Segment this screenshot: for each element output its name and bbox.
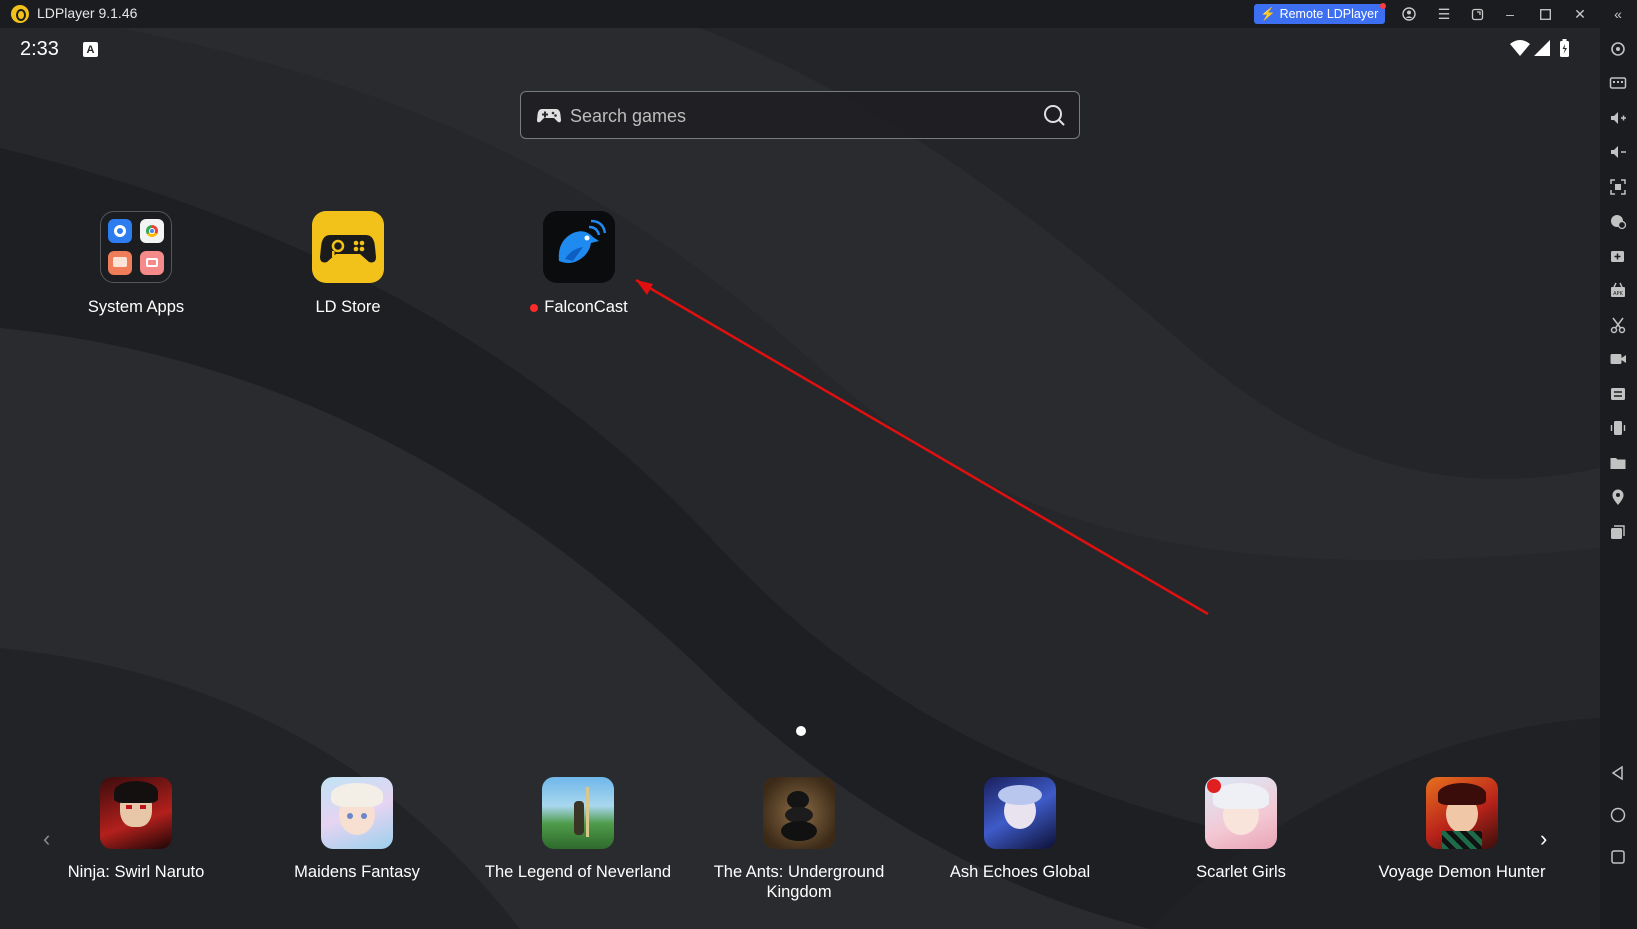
home-icon[interactable] xyxy=(1608,805,1628,825)
signal-icon xyxy=(1534,40,1550,56)
app-label: FalconCast xyxy=(544,298,628,316)
game-icon xyxy=(321,777,393,849)
new-badge-dot xyxy=(530,303,539,312)
search-input[interactable]: Search games xyxy=(570,106,686,127)
remote-ldplayer-label: Remote LDPlayer xyxy=(1279,7,1379,21)
search-icon[interactable] xyxy=(1043,104,1065,126)
notification-dot xyxy=(1380,3,1386,9)
game-label: The Ants: Underground Kingdom xyxy=(713,863,885,901)
game-icon xyxy=(1205,777,1277,849)
game-label: The Legend of Neverland xyxy=(484,863,672,881)
video-record-icon[interactable] xyxy=(1608,349,1628,369)
volume-up-icon[interactable] xyxy=(1608,108,1628,128)
window-title: LDPlayer 9.1.46 xyxy=(37,5,138,21)
keyboard-icon[interactable] xyxy=(1608,73,1628,93)
lightning-icon: ⚡ xyxy=(1260,6,1276,21)
game-label: Scarlet Girls xyxy=(1196,863,1286,881)
game-label: Maidens Fantasy xyxy=(294,863,420,881)
remote-ldplayer-button[interactable]: ⚡ Remote LDPlayer xyxy=(1254,3,1386,24)
folder-icon[interactable] xyxy=(1608,453,1628,473)
game-item[interactable]: Ninja: Swirl Naruto xyxy=(31,777,241,882)
status-icons xyxy=(1510,39,1569,57)
svg-text:APK: APK xyxy=(1613,291,1623,297)
game-icon xyxy=(984,777,1056,849)
page-indicator-dot[interactable] xyxy=(796,726,806,736)
app-label: System Apps xyxy=(87,298,185,316)
game-label: Ash Echoes Global xyxy=(949,863,1091,881)
android-screen: 2:33 A Search games System Apps LD Store… xyxy=(0,28,1600,929)
game-icon xyxy=(763,777,835,849)
app-system-apps[interactable]: System Apps xyxy=(36,211,236,317)
game-label: Voyage Demon Hunter xyxy=(1378,863,1546,881)
game-icon xyxy=(542,777,614,849)
multi-instance-icon[interactable] xyxy=(1608,522,1628,542)
falcon-icon xyxy=(543,211,615,283)
keyboard-mapping-icon[interactable] xyxy=(1608,39,1628,59)
game-item[interactable]: Voyage Demon Hunter xyxy=(1357,777,1567,882)
app-falconcast[interactable]: FalconCast xyxy=(479,211,679,317)
game-item[interactable]: Maidens Fantasy xyxy=(252,777,462,882)
game-item[interactable]: The Ants: Underground Kingdom xyxy=(694,777,904,902)
game-label: Ninja: Swirl Naruto xyxy=(67,863,205,881)
folder-icon xyxy=(100,211,172,283)
sync-icon[interactable] xyxy=(1608,384,1628,404)
collapse-sidebar-icon[interactable]: « xyxy=(1608,4,1628,24)
add-window-icon[interactable] xyxy=(1608,246,1628,266)
maximize-icon[interactable] xyxy=(1535,4,1555,24)
account-icon[interactable] xyxy=(1399,4,1419,24)
game-item[interactable]: Scarlet Girls xyxy=(1136,777,1346,882)
minimize-icon[interactable]: – xyxy=(1500,4,1520,24)
close-icon[interactable]: ✕ xyxy=(1570,4,1590,24)
wifi-icon xyxy=(1510,40,1530,56)
apk-install-icon[interactable]: APK xyxy=(1608,280,1628,300)
operation-record-icon[interactable] xyxy=(1608,211,1628,231)
title-bar: LDPlayer 9.1.46 ⚡ Remote LDPlayer ☰ – ✕ … xyxy=(0,0,1637,28)
screenshot-icon[interactable] xyxy=(1608,177,1628,197)
scissors-icon[interactable] xyxy=(1608,315,1628,335)
multi-window-icon[interactable] xyxy=(1467,4,1487,24)
gamepad-icon xyxy=(537,109,561,123)
right-toolbar: APK xyxy=(1600,28,1637,929)
recent-apps-icon[interactable] xyxy=(1608,847,1628,867)
volume-down-icon[interactable] xyxy=(1608,142,1628,162)
menu-icon[interactable]: ☰ xyxy=(1434,4,1454,24)
location-icon[interactable] xyxy=(1608,487,1628,507)
app-ld-store[interactable]: LD Store xyxy=(248,211,448,317)
game-item[interactable]: The Legend of Neverland xyxy=(473,777,683,882)
keyboard-badge-icon: A xyxy=(83,42,98,57)
back-icon[interactable] xyxy=(1608,763,1628,783)
app-label: LD Store xyxy=(315,298,381,316)
search-bar[interactable]: Search games xyxy=(520,91,1080,139)
game-item[interactable]: Ash Echoes Global xyxy=(915,777,1125,882)
status-time: 2:33 xyxy=(20,38,59,60)
game-icon xyxy=(100,777,172,849)
game-icon xyxy=(1426,777,1498,849)
gamepad-icon xyxy=(312,211,384,283)
shake-icon[interactable] xyxy=(1608,418,1628,438)
ldplayer-logo-icon xyxy=(11,5,29,23)
